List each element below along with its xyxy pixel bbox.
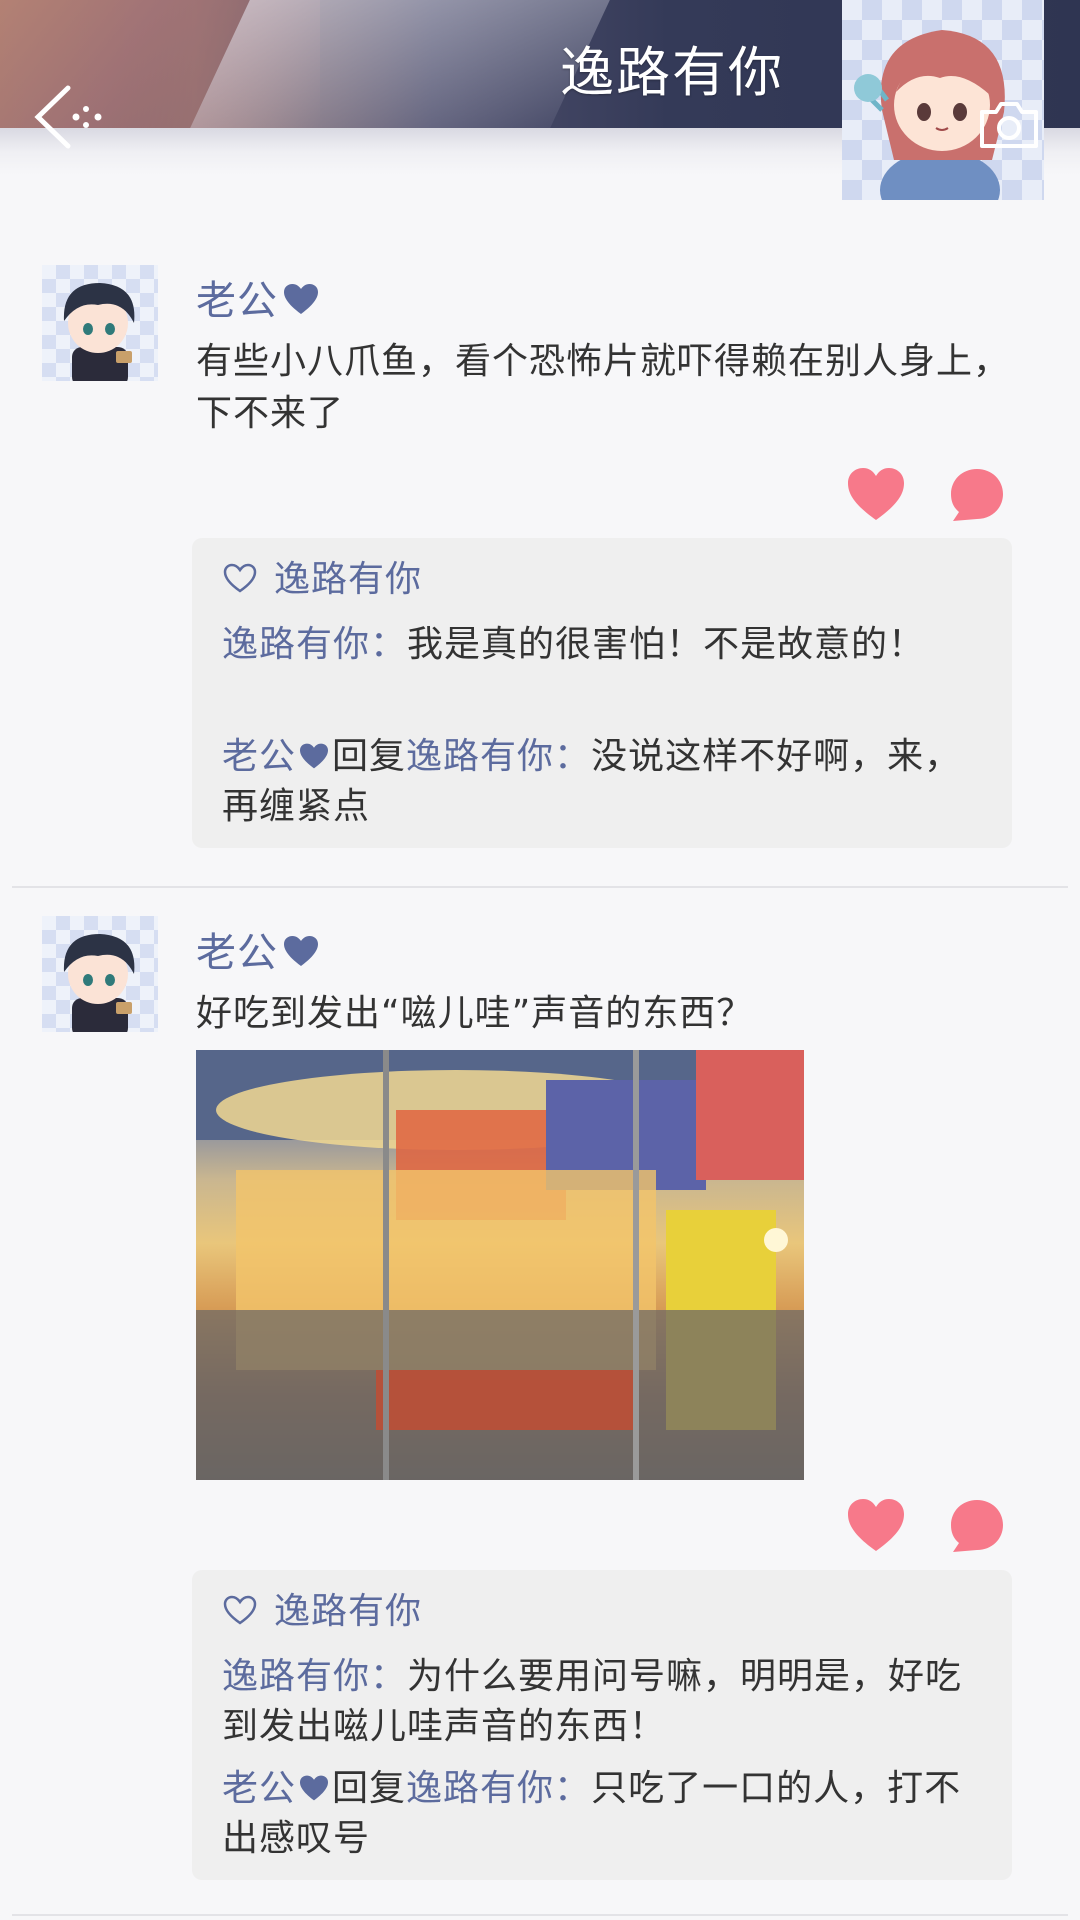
reply-to-name[interactable]: 逸路有你 (406, 1768, 554, 1809)
camera-button[interactable] (978, 100, 1040, 150)
camera-icon (980, 102, 1038, 148)
back-chevron-icon (34, 85, 102, 149)
author-avatar[interactable] (42, 916, 158, 1032)
page-title: 逸路有你 (560, 41, 784, 104)
author-avatar[interactable] (42, 265, 158, 381)
like-button[interactable] (846, 1497, 906, 1553)
heart-icon (300, 743, 329, 769)
post-divider (12, 886, 1068, 888)
commenter-name[interactable]: 老公 (222, 736, 296, 777)
post-divider (12, 1914, 1068, 1916)
reply-to-name[interactable]: 逸路有你 (406, 736, 554, 777)
boy-avatar-illustration (63, 283, 135, 381)
author-name[interactable]: 老公 (196, 268, 320, 326)
heart-icon (300, 1775, 329, 1801)
comment-item[interactable]: 老公 回复逸路有你：没说这样不好啊，来，再缠紧点 (222, 732, 982, 832)
comment-box: 逸路有你 逸路有你：为什么要用问号嘛，明明是，好吃到发出嗞儿哇声音的东西！ 老公… (192, 1570, 1012, 1880)
liked-by-name[interactable]: 逸路有你 (274, 1591, 422, 1632)
heart-icon (848, 1499, 904, 1551)
comment-box: 逸路有你 逸路有你：我是真的很害怕！不是故意的！ 老公 回复逸路有你：没说这样不好… (192, 538, 1012, 848)
night-food-stalls-photo (196, 1050, 804, 1480)
back-button[interactable] (28, 82, 118, 152)
comment-item[interactable]: 逸路有你：我是真的很害怕！不是故意的！ (222, 620, 982, 670)
comment-item[interactable]: 老公 回复逸路有你：只吃了一口的人，打不出感叹号 (222, 1764, 982, 1864)
comment-button[interactable] (948, 1497, 1006, 1555)
heart-outline-icon (223, 563, 257, 593)
speech-bubble-icon (951, 469, 1003, 521)
post-text: 有些小八爪鱼，看个恐怖片就吓得赖在别人身上，下不来了 (196, 341, 1011, 434)
likes-row: 逸路有你 (222, 1582, 422, 1634)
heart-icon (284, 936, 318, 966)
comment-item[interactable]: 逸路有你：为什么要用问号嘛，明明是，好吃到发出嗞儿哇声音的东西！ (222, 1652, 982, 1752)
author-name[interactable]: 老公 (196, 920, 320, 978)
speech-bubble-icon (951, 1500, 1003, 1552)
comment-text: 我是真的很害怕！不是故意的！ (407, 624, 926, 665)
boy-avatar-illustration (63, 934, 135, 1032)
heart-icon (284, 284, 318, 314)
heart-outline-icon (223, 1595, 257, 1625)
commenter-name[interactable]: 逸路有你 (222, 624, 370, 665)
commenter-name[interactable]: 老公 (222, 1768, 296, 1809)
heart-icon (848, 468, 904, 520)
liked-by-name[interactable]: 逸路有你 (274, 559, 422, 600)
post-text: 好吃到发出“嗞儿哇”声音的东西？ (196, 993, 754, 1034)
post-photo[interactable] (196, 1050, 804, 1480)
comment-button[interactable] (948, 466, 1006, 524)
likes-row: 逸路有你 (222, 550, 422, 602)
commenter-name[interactable]: 逸路有你 (222, 1656, 370, 1697)
like-button[interactable] (846, 466, 906, 522)
